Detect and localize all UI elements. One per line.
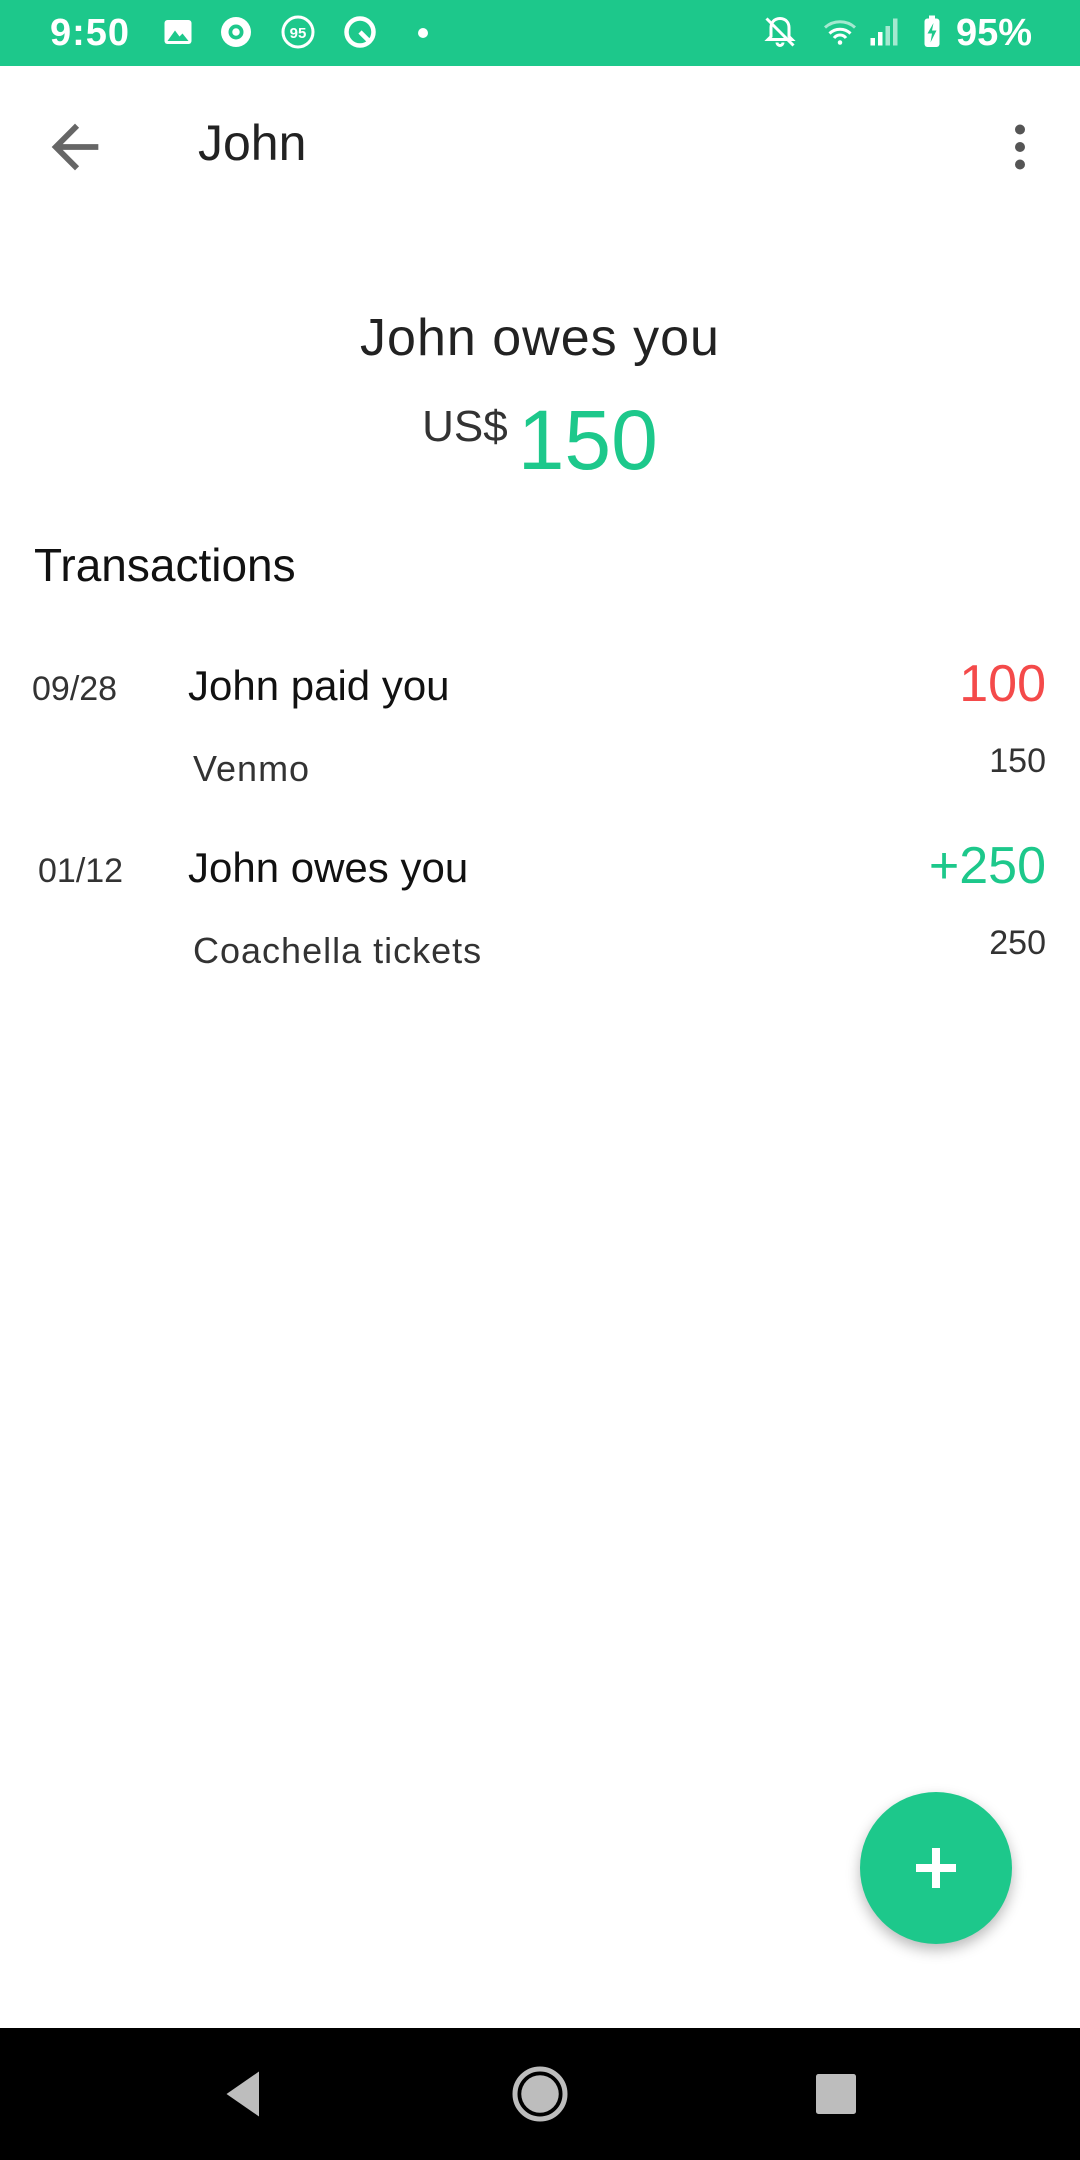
transaction-title: John paid you <box>188 662 450 709</box>
transaction-note: Coachella tickets <box>193 930 483 971</box>
plus-icon <box>916 1848 956 1888</box>
dot-icon <box>418 28 428 38</box>
wifi-icon <box>824 20 856 45</box>
transaction-date: 09/28 <box>32 670 118 708</box>
battery-percent: 95% <box>955 12 1032 54</box>
starbucks-icon <box>221 17 251 47</box>
screen: 9:50 95 95% John John owes you US$ 150 T… <box>0 0 1080 2160</box>
bell-off-icon <box>764 16 796 47</box>
page-title: John <box>198 115 307 171</box>
app-bar: John <box>0 66 1080 216</box>
recents-square-icon[interactable] <box>806 2064 866 2124</box>
transaction-amount: 100 <box>959 655 1046 713</box>
transaction-date: 01/12 <box>38 852 124 890</box>
home-circle-icon[interactable] <box>510 2064 570 2124</box>
transaction-title: John owes you <box>188 844 469 891</box>
badge-95-icon: 95 <box>281 15 315 49</box>
currency-label: US$ <box>422 402 508 451</box>
transaction-note: Venmo <box>193 748 311 789</box>
transaction-amount: +250 <box>928 837 1046 895</box>
back-triangle-icon[interactable] <box>214 2064 274 2124</box>
transaction-row[interactable]: 09/28 John paid you 100 Venmo 150 <box>0 640 1080 810</box>
transaction-running-total: 250 <box>989 924 1046 962</box>
status-time: 9:50 <box>50 12 131 54</box>
image-icon <box>164 20 192 44</box>
system-nav-bar <box>0 2028 1080 2160</box>
balance-amount: 150 <box>517 393 658 487</box>
status-bar: 9:50 95 95% <box>0 0 1080 66</box>
balance-label: John owes you <box>360 309 720 367</box>
balance-amount-row: US$ 150 <box>0 392 1080 489</box>
q-app-icon <box>344 16 376 48</box>
transaction-row[interactable]: 01/12 John owes you +250 Coachella ticke… <box>0 822 1080 992</box>
signal-icon <box>870 18 898 46</box>
svg-text:95: 95 <box>290 25 307 42</box>
more-vertical-icon[interactable] <box>990 112 1050 182</box>
transaction-running-total: 150 <box>989 742 1046 780</box>
transactions-heading: Transactions <box>34 539 296 591</box>
add-transaction-button[interactable] <box>860 1792 1012 1944</box>
battery-charging-icon <box>924 15 940 47</box>
arrow-back-icon[interactable] <box>40 112 110 182</box>
